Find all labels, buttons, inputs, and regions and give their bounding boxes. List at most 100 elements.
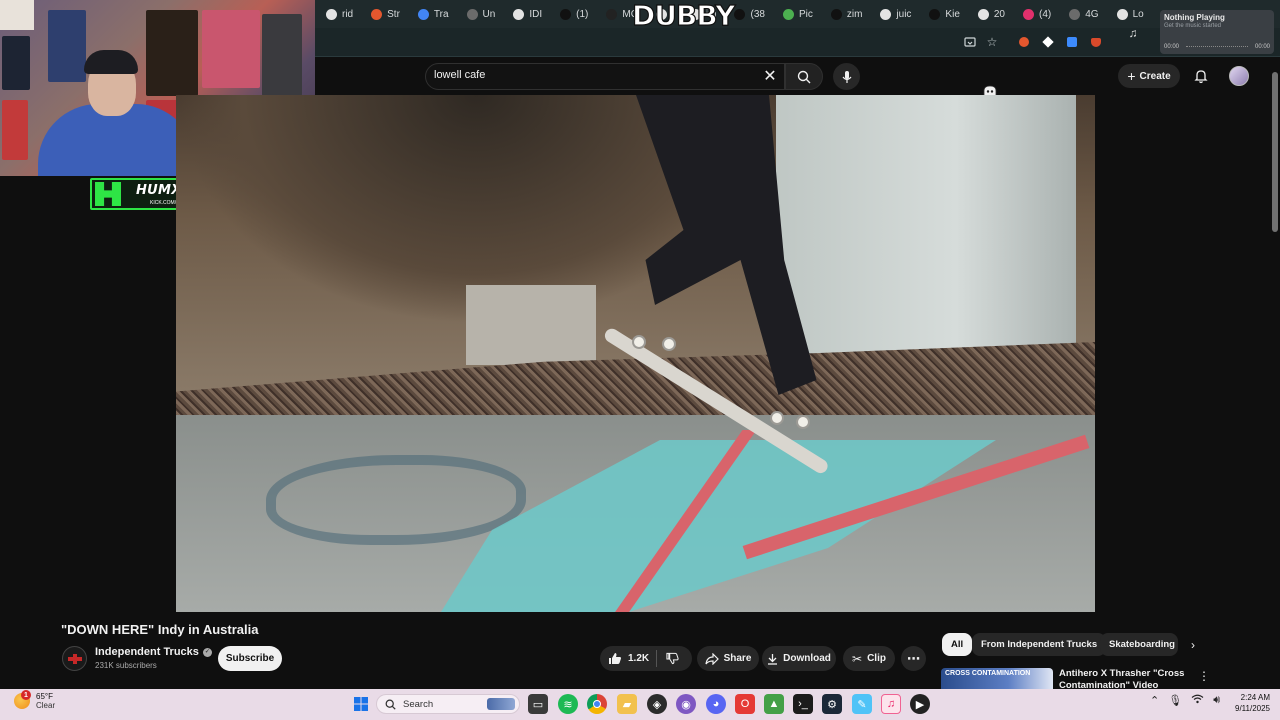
now-playing-time-end: 00:00 (1254, 44, 1270, 50)
search-button[interactable] (785, 63, 823, 90)
discord-icon[interactable]: ◕ (706, 694, 726, 714)
video-player[interactable] (176, 95, 1095, 612)
system-clock[interactable]: 2:24 AM 9/11/2025 (1228, 692, 1270, 714)
tab-favicon-icon (782, 8, 794, 20)
channel-name[interactable]: Independent Trucks ✓ (95, 646, 212, 658)
search-highlight-icon (487, 698, 515, 710)
taskbar-search-label: Search (403, 698, 434, 710)
video-wheel (770, 411, 784, 425)
browser-tab[interactable]: (1) (551, 0, 597, 28)
snipping-tool-icon[interactable]: ✎ (852, 694, 872, 714)
tab-favicon-icon (880, 8, 892, 20)
taskbar-search[interactable]: Search (376, 694, 520, 714)
like-button[interactable]: 1.2K (608, 652, 649, 665)
windows-start-icon[interactable] (351, 694, 371, 714)
recommendation-more-icon[interactable]: ⋮ (1198, 668, 1210, 684)
extension-diamond-icon[interactable] (1041, 35, 1055, 49)
browser-tab[interactable]: 20 (969, 0, 1014, 28)
share-button[interactable]: Share (697, 646, 759, 671)
chrome-icon[interactable] (587, 694, 607, 714)
more-actions-button[interactable]: ⋯ (901, 646, 926, 671)
search-query[interactable]: lowell cafe (434, 69, 485, 81)
kick-logo-icon (95, 182, 121, 206)
tab-label: (38 (750, 8, 765, 20)
browser-tab[interactable]: Pic (774, 0, 822, 28)
video-wheel (632, 335, 646, 349)
browser-tab[interactable]: 4G (1060, 0, 1107, 28)
browser-tab[interactable]: Tra (409, 0, 458, 28)
streamer-cap (84, 50, 138, 74)
wifi-icon[interactable] (1191, 694, 1204, 707)
media-player-icon[interactable]: ▶ (910, 694, 930, 714)
dark-app-icon[interactable]: ◈ (647, 694, 667, 714)
green-app-icon[interactable]: ▲ (764, 694, 784, 714)
scrollbar-thumb[interactable] (1272, 72, 1278, 232)
chip-all[interactable]: All (942, 633, 973, 656)
extension-orange-icon[interactable] (1017, 35, 1031, 49)
bookmark-star-icon[interactable]: ☆ (985, 35, 999, 49)
tab-label: rid (342, 8, 354, 20)
account-avatar[interactable] (1229, 66, 1249, 86)
dislike-button[interactable] (664, 651, 680, 666)
scissors-icon: ✂ (852, 651, 863, 666)
browser-tab[interactable]: rid (317, 0, 362, 28)
recommendation-thumbnail[interactable]: CROSS CONTAMINATION (941, 668, 1053, 690)
file-explorer-icon[interactable]: ▰ (617, 694, 637, 714)
browser-tab[interactable]: Str (362, 0, 409, 28)
music-note-icon[interactable]: ♫ (1124, 24, 1142, 42)
tab-favicon-icon (326, 8, 337, 20)
browser-tab[interactable]: zim (822, 0, 872, 28)
browser-tab[interactable]: Kie (920, 0, 968, 28)
browser-tab[interactable]: Un (458, 0, 505, 28)
microphone-icon (842, 70, 851, 83)
weather-widget[interactable]: 1 65°F Clear (14, 690, 56, 710)
browser-tab[interactable]: IDI (504, 0, 551, 28)
video-column (466, 285, 596, 365)
weather-badge: 1 (21, 690, 31, 700)
tray-overflow-chevron-icon[interactable]: ⌃ (1150, 694, 1159, 707)
spotify-icon[interactable]: ≋ (558, 694, 578, 714)
create-button[interactable]: + Create (1118, 64, 1180, 88)
video-wheel (662, 337, 676, 351)
now-playing-widget[interactable]: Nothing Playing Get the music started 00… (1160, 10, 1274, 54)
independent-cross-icon (67, 653, 82, 664)
cast-icon[interactable] (963, 35, 977, 49)
channel-avatar[interactable] (62, 646, 87, 671)
like-count: 1.2K (628, 653, 650, 664)
opera-icon[interactable]: O (735, 694, 755, 714)
terminal-icon[interactable]: ›_ (793, 694, 813, 714)
steam-icon[interactable]: ⚙ (822, 694, 842, 714)
tab-label: (4) (1039, 8, 1052, 20)
tab-label: (1) (576, 8, 589, 20)
tab-favicon-icon (734, 8, 746, 20)
browser-tab[interactable]: juic (871, 0, 920, 28)
subscribe-button[interactable]: Subscribe (218, 646, 282, 671)
chip-skateboarding[interactable]: Skateboarding (1100, 633, 1178, 656)
download-button[interactable]: Download (762, 646, 836, 671)
chips-next-chevron-icon[interactable]: › (1184, 636, 1202, 654)
tab-label: Tra (433, 8, 449, 20)
browser-tab[interactable]: (4) (1014, 0, 1060, 28)
video-title: "DOWN HERE" Indy in Australia (61, 622, 259, 637)
now-playing-time-start: 00:00 (1164, 44, 1180, 50)
clip-button[interactable]: ✂ Clip (843, 646, 895, 671)
extension-puzzle-icon[interactable] (1065, 35, 1079, 49)
microphone-tray-icon[interactable]: 🎙︎ (1168, 694, 1182, 707)
video-pillar (776, 95, 1076, 355)
tab-label: 4G (1085, 8, 1099, 20)
tab-favicon-icon (1023, 8, 1034, 20)
voice-search-button[interactable] (833, 63, 860, 90)
download-icon (768, 653, 778, 665)
tab-label: juic (896, 8, 912, 20)
chip-from-channel[interactable]: From Independent Trucks (972, 633, 1107, 656)
recommendation-title[interactable]: Antihero X Thrasher "Cross Contamination… (1059, 668, 1199, 690)
notifications-button[interactable] (1192, 67, 1210, 85)
task-view-icon[interactable]: ▭ (528, 694, 548, 714)
tab-label: Str (387, 8, 400, 20)
weather-condition: Clear (36, 701, 56, 710)
extension-red-icon[interactable] (1089, 35, 1103, 49)
volume-icon[interactable]: 🔊︎ (1213, 694, 1220, 707)
purple-app-icon[interactable]: ◉ (676, 694, 696, 714)
apple-music-icon[interactable]: ♫ (881, 694, 901, 714)
clear-search-icon[interactable]: ✕ (760, 66, 780, 86)
